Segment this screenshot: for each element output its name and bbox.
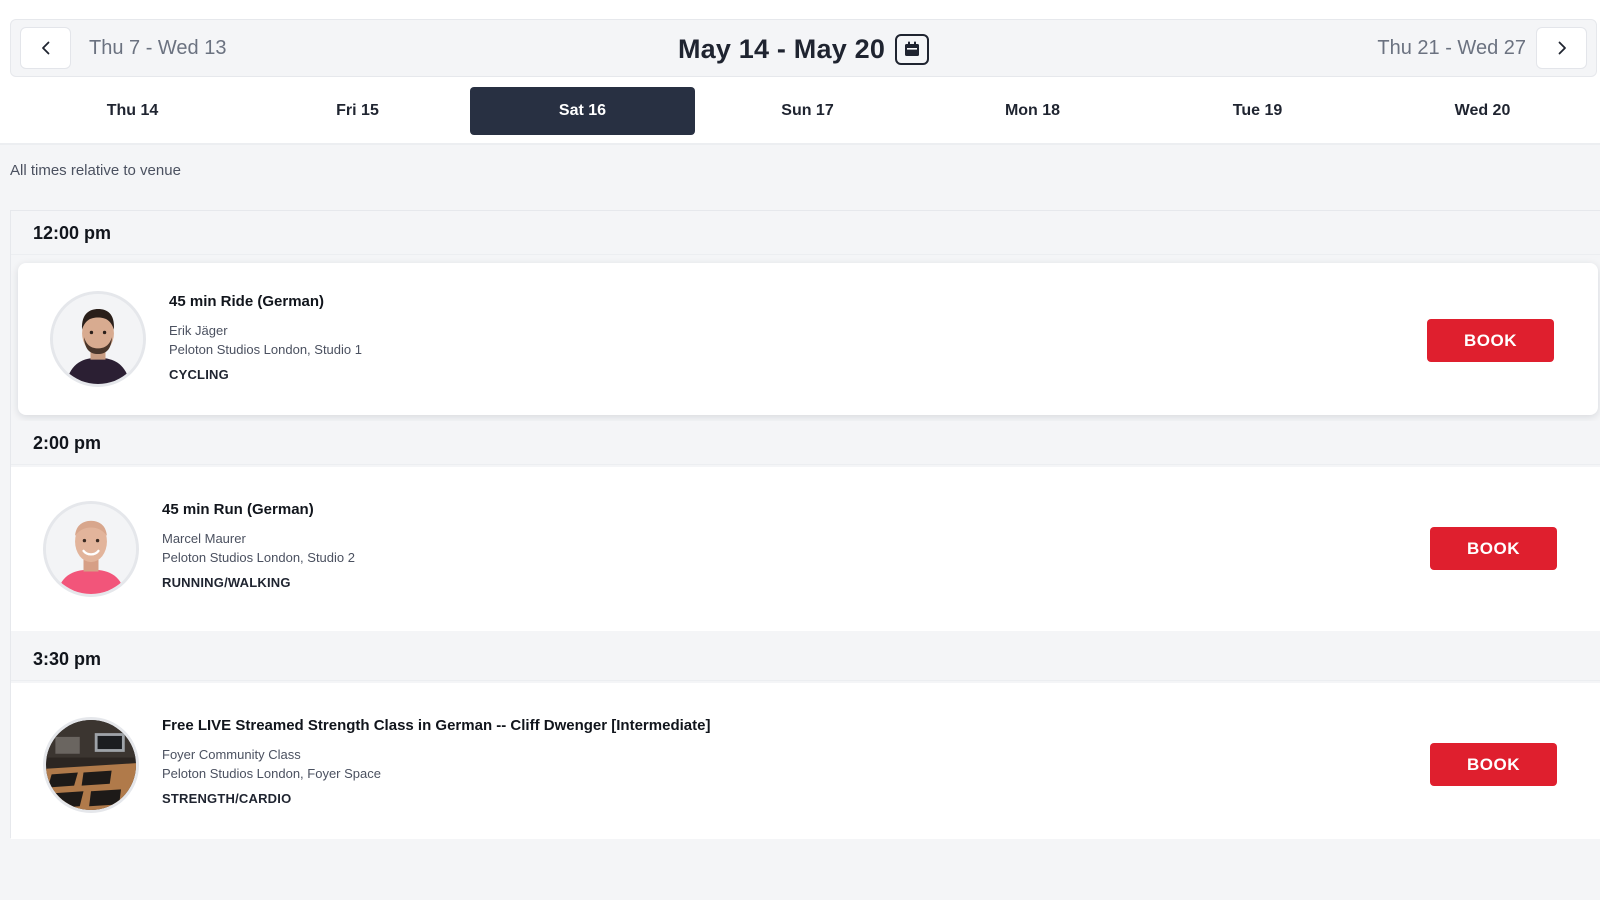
- book-button[interactable]: BOOK: [1427, 319, 1554, 362]
- class-category: RUNNING/WALKING: [162, 575, 291, 590]
- day-tab-mon-18[interactable]: Mon 18: [920, 87, 1145, 135]
- class-card[interactable]: 45 min Ride (German) Erik Jäger Peloton …: [18, 263, 1598, 415]
- class-card[interactable]: Free LIVE Streamed Strength Class in Ger…: [11, 683, 1600, 839]
- class-title[interactable]: 45 min Ride (German): [169, 293, 324, 310]
- time-slot-heading: 12:00 pm: [11, 211, 1600, 255]
- calendar-picker-button[interactable]: [895, 33, 930, 65]
- day-tab-fri-15[interactable]: Fri 15: [245, 87, 470, 135]
- class-location: Peloton Studios London, Foyer Space: [162, 766, 381, 781]
- venue-photo: [46, 720, 136, 810]
- venue-thumbnail: [43, 717, 139, 813]
- chevron-right-icon: [1558, 41, 1566, 55]
- calendar-icon: [905, 41, 920, 56]
- class-location: Peloton Studios London, Studio 2: [162, 550, 355, 565]
- instructor-photo: [53, 294, 143, 384]
- time-slot-heading: 2:00 pm: [11, 421, 1600, 465]
- day-tab-sat-16[interactable]: Sat 16: [470, 87, 695, 135]
- class-instructor: Erik Jäger: [169, 323, 228, 338]
- current-week: May 14 - May 20: [11, 20, 1596, 78]
- instructor-photo: [46, 504, 136, 594]
- header-divider: [0, 143, 1600, 145]
- next-week-button[interactable]: [1536, 27, 1587, 69]
- time-slot-heading: 3:30 pm: [11, 637, 1600, 681]
- week-navigator: Thu 7 - Wed 13 May 14 - May 20 Thu 21 - …: [10, 19, 1597, 77]
- day-tab-wed-20[interactable]: Wed 20: [1370, 87, 1595, 135]
- class-instructor: Marcel Maurer: [162, 531, 246, 546]
- day-tabs: Thu 14 Fri 15 Sat 16 Sun 17 Mon 18 Tue 1…: [20, 87, 1600, 135]
- class-card[interactable]: 45 min Run (German) Marcel Maurer Peloto…: [11, 467, 1600, 631]
- instructor-avatar: [50, 291, 146, 387]
- day-tab-sun-17[interactable]: Sun 17: [695, 87, 920, 135]
- book-button[interactable]: BOOK: [1430, 527, 1557, 570]
- book-button[interactable]: BOOK: [1430, 743, 1557, 786]
- next-week-label[interactable]: Thu 21 - Wed 27: [1377, 20, 1526, 78]
- current-week-title: May 14 - May 20: [677, 33, 886, 64]
- instructor-avatar: [43, 501, 139, 597]
- class-instructor: Foyer Community Class: [162, 747, 301, 762]
- class-category: STRENGTH/CARDIO: [162, 791, 292, 806]
- timezone-note: All times relative to venue: [10, 162, 181, 179]
- class-category: CYCLING: [169, 367, 229, 382]
- class-title[interactable]: 45 min Run (German): [162, 501, 314, 518]
- day-tab-thu-14[interactable]: Thu 14: [20, 87, 245, 135]
- class-location: Peloton Studios London, Studio 1: [169, 342, 362, 357]
- class-title[interactable]: Free LIVE Streamed Strength Class in Ger…: [162, 717, 710, 734]
- schedule-header: Thu 7 - Wed 13 May 14 - May 20 Thu 21 - …: [0, 0, 1600, 144]
- day-tab-tue-19[interactable]: Tue 19: [1145, 87, 1370, 135]
- class-schedule: 12:00 pm 45 min Ride (German) Erik Jäger…: [10, 210, 1600, 839]
